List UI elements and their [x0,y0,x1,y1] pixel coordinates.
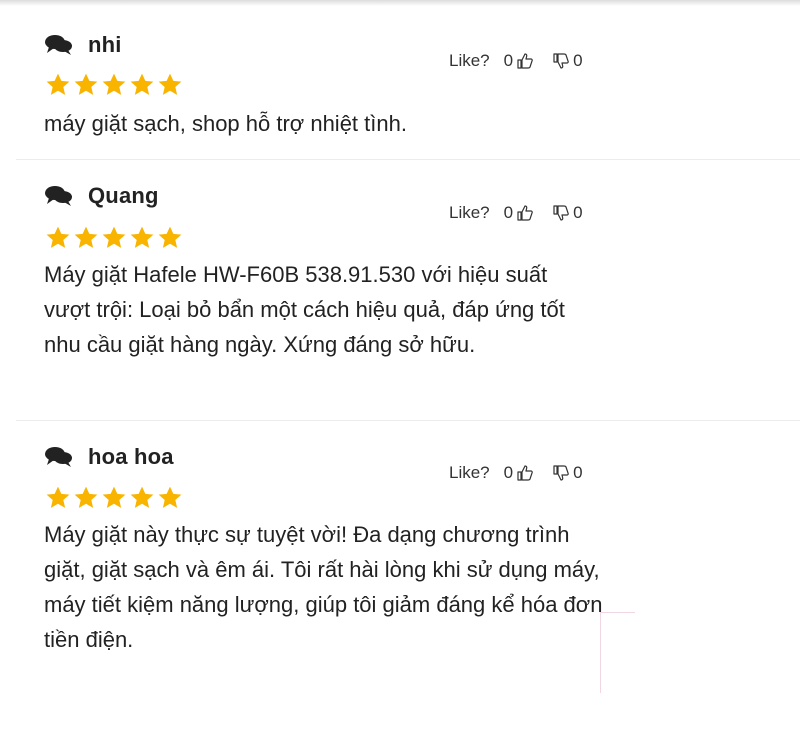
like-count: 0 [503,203,514,222]
like-label: Like? [449,51,490,70]
dislike-count: 0 [573,203,583,222]
decorative-corner [600,612,635,693]
thumbs-up-icon[interactable] [517,53,533,69]
review-content: Máy giặt Hafele HW-F60B 538.91.530 với h… [44,262,565,357]
star-icon [157,225,183,251]
thumbs-down-icon[interactable] [553,205,569,221]
star-rating [45,225,183,251]
star-rating [45,485,183,511]
like-count: 0 [503,51,514,70]
like-label: Like? [449,203,490,222]
star-icon [45,225,71,251]
review-item: Quang Like? 0 0 Máy giặt Hafele HW-F60B … [16,160,800,421]
star-icon [129,72,155,98]
star-icon [45,72,71,98]
thumbs-up-icon[interactable] [517,465,533,481]
star-icon [157,485,183,511]
like-dislike-bar: Like? 0 0 [449,202,587,224]
dislike-group: 0 [553,203,586,223]
review-item: nhi Like? 0 0 máy giặt sạch, shop hỗ trợ… [16,0,800,160]
chat-bubbles-icon [44,185,74,207]
like-dislike-bar: Like? 0 0 [449,462,587,484]
review-author-name: nhi [88,32,122,57]
thumbs-down-icon[interactable] [553,465,569,481]
review-item: hoa hoa Like? 0 0 Máy giặt này thực sự t… [16,421,800,736]
review-author-row: Quang [44,183,159,209]
dislike-group: 0 [553,463,586,483]
star-icon [101,225,127,251]
star-icon [73,225,99,251]
star-icon [129,485,155,511]
star-icon [45,485,71,511]
review-content: Máy giặt này thực sự tuyệt vời! Đa dạng … [44,522,603,652]
like-dislike-bar: Like? 0 0 [449,50,587,72]
review-author-row: nhi [44,32,122,58]
chat-bubbles-icon [44,34,74,56]
star-icon [73,72,99,98]
dislike-group: 0 [553,51,586,71]
review-author-row: hoa hoa [44,444,174,470]
like-count: 0 [503,463,514,482]
review-author-name: hoa hoa [88,444,174,469]
star-rating [45,72,183,98]
review-list-page: nhi Like? 0 0 máy giặt sạch, shop hỗ trợ… [0,0,800,736]
star-icon [157,72,183,98]
star-icon [129,225,155,251]
dislike-count: 0 [573,463,583,482]
thumbs-down-icon[interactable] [553,53,569,69]
review-author-name: Quang [88,183,159,208]
like-label: Like? [449,463,490,482]
thumbs-up-icon[interactable] [517,205,533,221]
star-icon [101,72,127,98]
star-icon [73,485,99,511]
dislike-count: 0 [573,51,583,70]
chat-bubbles-icon [44,446,74,468]
star-icon [101,485,127,511]
review-content: máy giặt sạch, shop hỗ trợ nhiệt tình. [44,111,407,136]
